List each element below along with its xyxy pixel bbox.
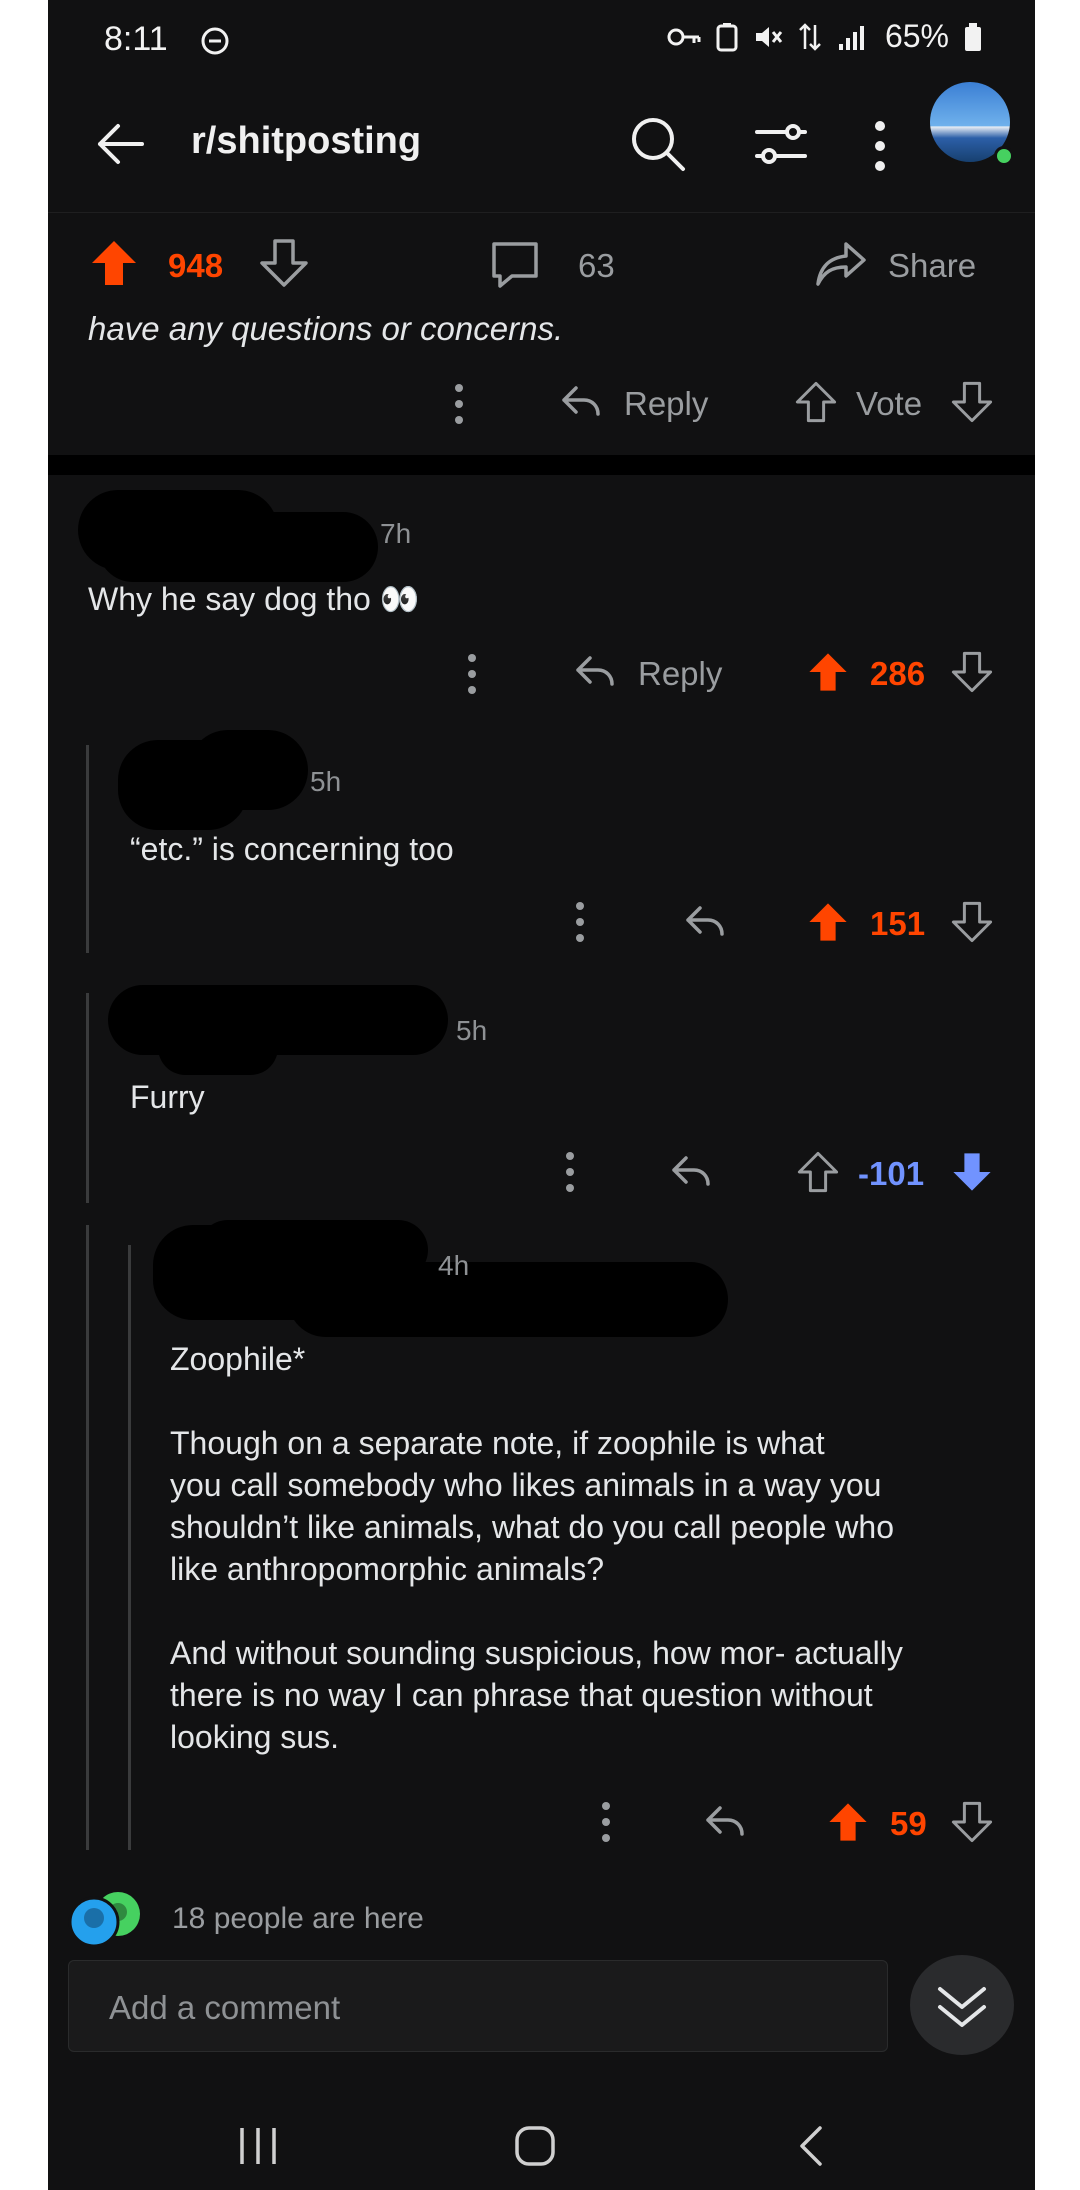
reply-icon[interactable] (670, 1152, 712, 1192)
upvote-filled-icon[interactable] (806, 900, 850, 944)
back-icon[interactable] (796, 2124, 826, 2168)
dnd-icon (201, 27, 229, 55)
upvote-filled-icon[interactable] (88, 237, 140, 289)
reply-button[interactable]: Reply (624, 385, 708, 423)
comment-age: 5h (310, 766, 342, 797)
battery-saver-icon (716, 22, 738, 51)
share-button[interactable]: Share (888, 247, 976, 285)
presence-avatars-icon (68, 1892, 140, 1948)
comment-score: 151 (870, 905, 926, 942)
battery-icon (965, 22, 981, 51)
reply-icon[interactable] (574, 652, 616, 692)
thread-line[interactable] (86, 993, 89, 1203)
comment-body: Why he say dog tho 👀 (88, 581, 420, 617)
overflow-menu-icon[interactable] (870, 118, 890, 174)
top-app-bar: r/shitposting (48, 80, 1035, 213)
add-comment-input[interactable]: Add a comment (68, 1960, 888, 2052)
reply-icon[interactable] (704, 1802, 746, 1842)
comment-score: -101 (858, 1155, 925, 1192)
sort-filter-icon[interactable] (753, 118, 809, 170)
redacted-username (188, 730, 308, 810)
comment-score: 286 (870, 655, 926, 692)
clock: 8:11 (104, 20, 168, 58)
comment-body: Furry (130, 1079, 205, 1115)
downvote-outline-icon[interactable] (950, 900, 994, 944)
double-chevron-down-icon (938, 1987, 986, 2027)
thread-line[interactable] (86, 1225, 89, 1850)
upvote-outline-icon[interactable] (796, 1150, 840, 1194)
comment-placeholder: Add a comment (109, 1989, 341, 2026)
recent-apps-icon[interactable] (236, 2126, 280, 2166)
redacted-username (98, 512, 378, 582)
reply-icon[interactable] (684, 902, 726, 942)
vote-label: Vote (856, 385, 923, 422)
downvote-outline-icon[interactable] (258, 237, 310, 289)
comment-more-icon[interactable] (600, 1800, 612, 1844)
mute-icon (755, 26, 783, 47)
subreddit-title[interactable]: r/shitposting (191, 120, 421, 163)
downvote-filled-icon[interactable] (950, 1150, 994, 1194)
thread-line[interactable] (128, 1245, 131, 1850)
downvote-outline-icon[interactable] (950, 650, 994, 694)
comment-body: “etc.” is concerning too (130, 831, 454, 867)
comment-score: 59 (890, 1805, 927, 1842)
post-score: 948 (168, 247, 224, 284)
reply-icon[interactable] (560, 382, 602, 422)
redacted-username (288, 1262, 728, 1337)
data-transfer-icon (799, 22, 821, 51)
comment-age: 7h (380, 518, 412, 549)
online-status-dot (994, 146, 1014, 166)
thread-separator (48, 455, 1035, 475)
upvote-outline-icon[interactable] (794, 380, 838, 424)
redacted-username (158, 1020, 278, 1075)
comment-text-tail: have any questions or concerns. (88, 310, 564, 347)
comment-more-icon[interactable] (453, 382, 465, 426)
search-icon[interactable] (628, 114, 688, 174)
reddit-app-screen: 8:11 65% r/shitposting 948 63 Share have… (48, 0, 1035, 2190)
comment-age: 5h (456, 1015, 488, 1046)
comment-age: 4h (438, 1250, 470, 1281)
downvote-outline-icon[interactable] (950, 1800, 994, 1844)
comment-more-icon[interactable] (466, 652, 478, 696)
comment-more-icon[interactable] (574, 900, 586, 944)
thread-line[interactable] (86, 745, 89, 953)
comment-bubble-icon[interactable] (488, 238, 542, 292)
comment-more-icon[interactable] (564, 1150, 576, 1194)
home-icon[interactable] (513, 2124, 557, 2168)
share-icon[interactable] (814, 236, 870, 292)
post-comment-count: 63 (578, 247, 615, 284)
signal-icon (838, 25, 864, 50)
vpn-key-icon (667, 28, 701, 45)
system-navigation-bar (48, 2080, 1035, 2190)
reply-button[interactable]: Reply (638, 655, 722, 693)
jump-to-next-button[interactable] (910, 1955, 1014, 2055)
battery-percent: 65% (884, 18, 949, 54)
presence-count: 18 people are here (172, 1902, 424, 1935)
comment-body: Zoophile* Though on a separate note, if … (170, 1341, 903, 1755)
upvote-filled-icon[interactable] (806, 650, 850, 694)
downvote-outline-icon[interactable] (950, 380, 994, 424)
status-icons: 65% (667, 18, 983, 55)
status-bar: 8:11 65% (48, 0, 1035, 80)
back-arrow-icon[interactable] (92, 116, 148, 172)
upvote-filled-icon[interactable] (826, 1800, 870, 1844)
